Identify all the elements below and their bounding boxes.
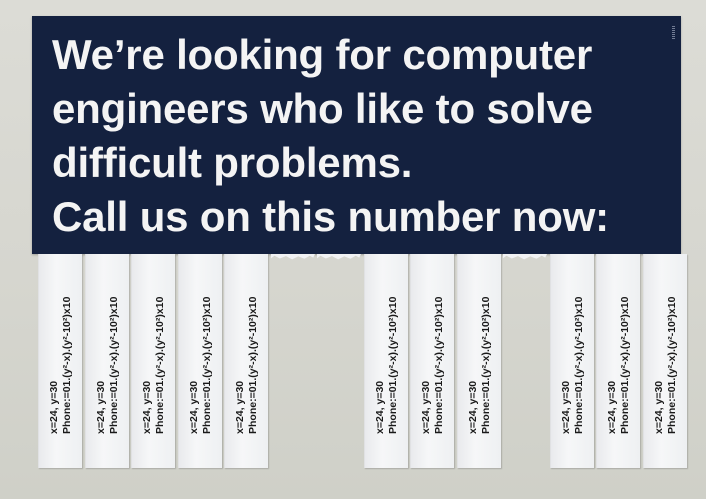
tab-phone-expression: Phone:=01.(y²-x).(y²-10²)x10 bbox=[618, 296, 631, 434]
tab-variables: x=24, y=30 bbox=[373, 380, 386, 434]
tab-phone-expression: Phone:=01.(y²-x).(y²-10²)x10 bbox=[386, 296, 399, 434]
tab-phone-formula: x=24, y=30 Phone:=01.(y²-x).(y²-10²)x10 bbox=[606, 297, 632, 434]
tab-phone-expression: Phone:=01.(y²-x).(y²-10²)x10 bbox=[107, 296, 120, 434]
tab-variables: x=24, y=30 bbox=[187, 380, 200, 434]
tear-off-tab[interactable]: x=24, y=30 Phone:=01.(y²-x).(y²-10²)x10 bbox=[596, 254, 640, 468]
tab-phone-formula: x=24, y=30 Phone:=01.(y²-x).(y²-10²)x10 bbox=[188, 297, 214, 434]
tab-phone-expression: Phone:=01.(y²-x).(y²-10²)x10 bbox=[246, 296, 259, 434]
tab-phone-expression: Phone:=01.(y²-x).(y²-10²)x10 bbox=[432, 296, 445, 434]
tab-phone-formula: x=24, y=30 Phone:=01.(y²-x).(y²-10²)x10 bbox=[95, 297, 121, 434]
tab-variables: x=24, y=30 bbox=[466, 380, 479, 434]
tear-off-tab[interactable]: x=24, y=30 Phone:=01.(y²-x).(y²-10²)x10 bbox=[38, 254, 82, 468]
tab-phone-expression: Phone:=01.(y²-x).(y²-10²)x10 bbox=[200, 296, 213, 434]
tear-off-tab[interactable]: x=24, y=30 Phone:=01.(y²-x).(y²-10²)x10 bbox=[85, 254, 129, 468]
tab-variables: x=24, y=30 bbox=[94, 380, 107, 434]
tab-variables: x=24, y=30 bbox=[47, 380, 60, 434]
tab-phone-formula: x=24, y=30 Phone:=01.(y²-x).(y²-10²)x10 bbox=[420, 297, 446, 434]
tab-variables: x=24, y=30 bbox=[233, 380, 246, 434]
tab-phone-expression: Phone:=01.(y²-x).(y²-10²)x10 bbox=[479, 296, 492, 434]
tab-variables: x=24, y=30 bbox=[652, 380, 665, 434]
tear-off-tab[interactable]: x=24, y=30 Phone:=01.(y²-x).(y²-10²)x10 bbox=[643, 254, 687, 468]
tab-variables: x=24, y=30 bbox=[605, 380, 618, 434]
tab-phone-formula: x=24, y=30 Phone:=01.(y²-x).(y²-10²)x10 bbox=[560, 297, 586, 434]
tab-phone-formula: x=24, y=30 Phone:=01.(y²-x).(y²-10²)x10 bbox=[653, 297, 679, 434]
torn-tab-remnant bbox=[271, 254, 315, 260]
tear-off-tab[interactable]: x=24, y=30 Phone:=01.(y²-x).(y²-10²)x10 bbox=[457, 254, 501, 468]
tab-variables: x=24, y=30 bbox=[140, 380, 153, 434]
tear-off-tab[interactable]: x=24, y=30 Phone:=01.(y²-x).(y²-10²)x10 bbox=[224, 254, 268, 468]
tear-off-tab[interactable]: x=24, y=30 Phone:=01.(y²-x).(y²-10²)x10 bbox=[364, 254, 408, 468]
torn-tab-remnant bbox=[317, 254, 361, 260]
torn-tab-remnant bbox=[503, 254, 547, 260]
tear-off-tab[interactable]: x=24, y=30 Phone:=01.(y²-x).(y²-10²)x10 bbox=[178, 254, 222, 468]
tear-off-tab[interactable]: x=24, y=30 Phone:=01.(y²-x).(y²-10²)x10 bbox=[131, 254, 175, 468]
tab-phone-expression: Phone:=01.(y²-x).(y²-10²)x10 bbox=[153, 296, 166, 434]
tab-variables: x=24, y=30 bbox=[419, 380, 432, 434]
tab-phone-expression: Phone:=01.(y²-x).(y²-10²)x10 bbox=[60, 296, 73, 434]
tab-phone-expression: Phone:=01.(y²-x).(y²-10²)x10 bbox=[572, 296, 585, 434]
tab-variables: x=24, y=30 bbox=[559, 380, 572, 434]
tab-phone-formula: x=24, y=30 Phone:=01.(y²-x).(y²-10²)x10 bbox=[467, 297, 493, 434]
tab-phone-formula: x=24, y=30 Phone:=01.(y²-x).(y²-10²)x10 bbox=[141, 297, 167, 434]
tab-phone-formula: x=24, y=30 Phone:=01.(y²-x).(y²-10²)x10 bbox=[234, 297, 260, 434]
tab-phone-formula: x=24, y=30 Phone:=01.(y²-x).(y²-10²)x10 bbox=[374, 297, 400, 434]
tab-phone-formula: x=24, y=30 Phone:=01.(y²-x).(y²-10²)x10 bbox=[48, 297, 74, 434]
tab-phone-expression: Phone:=01.(y²-x).(y²-10²)x10 bbox=[665, 296, 678, 434]
tear-off-tab[interactable]: x=24, y=30 Phone:=01.(y²-x).(y²-10²)x10 bbox=[550, 254, 594, 468]
tear-off-tab[interactable]: x=24, y=30 Phone:=01.(y²-x).(y²-10²)x10 bbox=[410, 254, 454, 468]
tear-off-strips: x=24, y=30 Phone:=01.(y²-x).(y²-10²)x10 x=… bbox=[0, 0, 706, 499]
